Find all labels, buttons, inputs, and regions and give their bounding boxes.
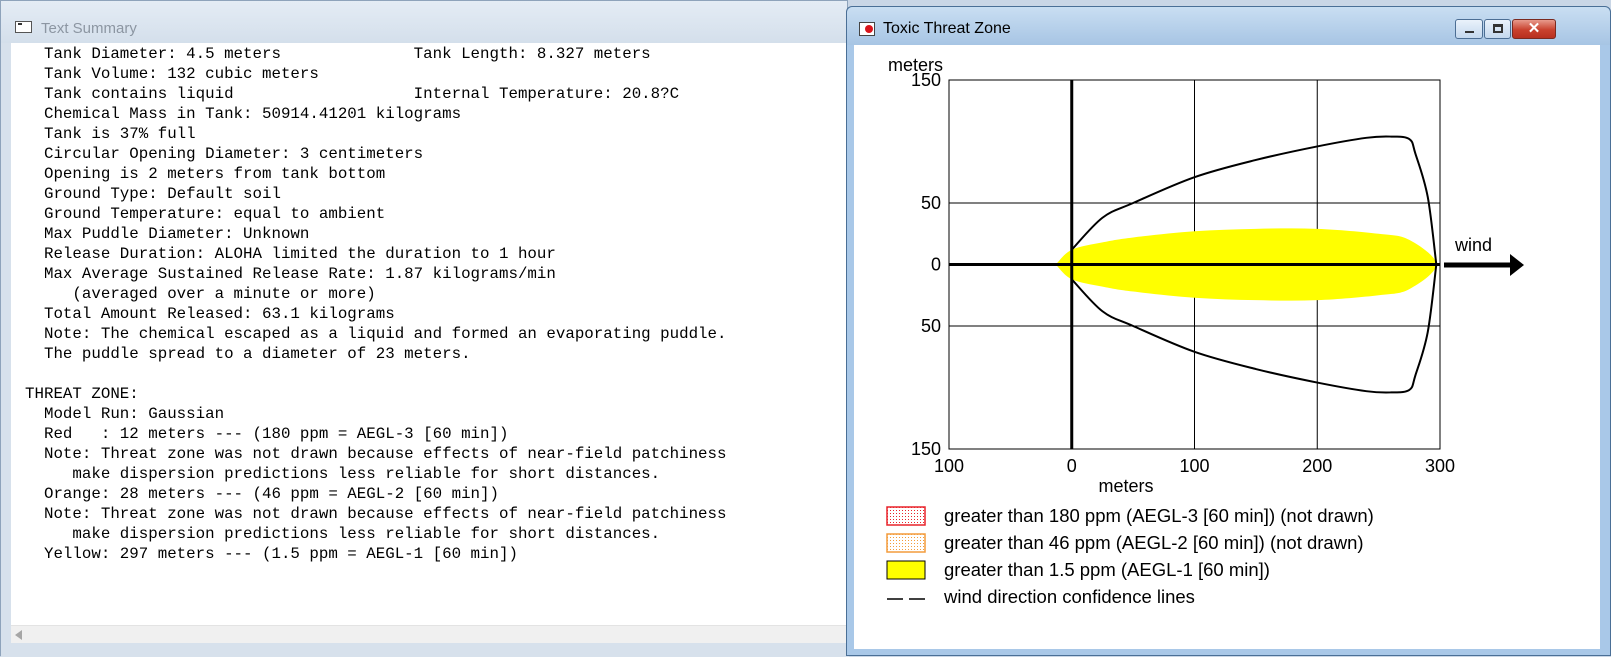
summary-line: The puddle spread to a diameter of 23 me… (25, 345, 471, 363)
x-tick-label: 100 (934, 456, 964, 476)
summary-line: Total Amount Released: 63.1 kilograms (25, 305, 395, 323)
y-tick-label: 150 (911, 70, 941, 90)
threat-zone-titlebar[interactable]: Toxic Threat Zone ✕ (847, 7, 1610, 45)
summary-line: (averaged over a minute or more) (25, 285, 376, 303)
scroll-left-arrow-icon[interactable] (15, 630, 22, 640)
legend-label: greater than 46 ppm (AEGL-2 [60 min]) (n… (944, 532, 1364, 553)
x-tick-label: 100 (1179, 456, 1209, 476)
minimize-icon (1465, 31, 1474, 33)
summary-line: Note: The chemical escaped as a liquid a… (25, 325, 727, 343)
summary-line (25, 364, 727, 384)
legend-swatch (886, 560, 926, 580)
horizontal-scrollbar[interactable] (11, 625, 849, 644)
summary-line: Release Duration: ALOHA limited the dura… (25, 245, 556, 263)
legend-swatch (886, 533, 926, 553)
text-summary-titlebar[interactable]: Text Summary (1, 1, 847, 43)
window-frame-bottom (1, 643, 849, 657)
summary-line: Red : 12 meters --- (180 ppm = AEGL-3 [6… (25, 425, 509, 443)
summary-line: Ground Temperature: equal to ambient (25, 205, 386, 223)
summary-line: Tank is 37% full (25, 125, 196, 143)
text-summary-content[interactable]: Tank Diameter: 4.5 meters Tank Length: 8… (11, 43, 849, 625)
legend-label: wind direction confidence lines (943, 586, 1195, 607)
text-summary-title: Text Summary (41, 20, 137, 37)
summary-line: Yellow: 297 meters --- (1.5 ppm = AEGL-1… (25, 545, 518, 563)
close-button[interactable]: ✕ (1512, 19, 1556, 39)
wind-arrow-head (1510, 254, 1524, 276)
chart-legend: greater than 180 ppm (AEGL-3 [60 min]) (… (886, 505, 1374, 607)
window-app-icon (15, 21, 32, 33)
summary-line: Circular Opening Diameter: 3 centimeters (25, 145, 424, 163)
summary-line: Note: Threat zone was not drawn because … (25, 445, 727, 463)
wind-arrow-icon: wind (1444, 235, 1524, 276)
y-tick-label: 0 (931, 255, 941, 275)
summary-line: Tank Volume: 132 cubic meters (25, 65, 319, 83)
summary-line: Model Run: Gaussian (25, 405, 225, 423)
y-tick-label: 50 (921, 316, 941, 336)
text-summary-window: Text Summary Tank Diameter: 4.5 meters T… (0, 0, 849, 657)
toxic-threat-zone-window: Toxic Threat Zone ✕ meters 150 50 0 50 150 10… (846, 6, 1611, 656)
x-tick-label: 300 (1425, 456, 1455, 476)
summary-text-body: Tank Diameter: 4.5 meters Tank Length: 8… (25, 44, 727, 564)
legend-swatch (886, 506, 926, 526)
summary-line: Ground Type: Default soil (25, 185, 281, 203)
summary-line: Chemical Mass in Tank: 50914.41201 kilog… (25, 105, 462, 123)
summary-line: make dispersion predictions less reliabl… (25, 525, 661, 543)
summary-line: make dispersion predictions less reliabl… (25, 465, 661, 483)
y-tick-label: 50 (921, 193, 941, 213)
wind-label: wind (1454, 235, 1492, 255)
summary-line: Max Puddle Diameter: Unknown (25, 225, 310, 243)
summary-line: Note: Threat zone was not drawn because … (25, 505, 727, 523)
threat-zone-app-icon (859, 22, 875, 36)
maximize-button[interactable] (1484, 19, 1511, 39)
minimize-button[interactable] (1455, 19, 1483, 39)
summary-line: THREAT ZONE: (25, 385, 139, 403)
legend-label: greater than 1.5 ppm (AEGL-1 [60 min]) (944, 559, 1270, 580)
x-tick-label: 200 (1302, 456, 1332, 476)
close-icon: ✕ (1527, 20, 1541, 37)
summary-line: Max Average Sustained Release Rate: 1.87… (25, 265, 556, 283)
summary-line: Tank contains liquid Internal Temperatur… (25, 85, 680, 103)
summary-line: Tank Diameter: 4.5 meters Tank Length: 8… (25, 45, 651, 63)
x-tick-label: 0 (1067, 456, 1077, 476)
x-axis-label: meters (1098, 476, 1153, 496)
legend-label: greater than 180 ppm (AEGL-3 [60 min]) (… (944, 505, 1374, 526)
summary-line: Opening is 2 meters from tank bottom (25, 165, 386, 183)
threat-zone-plot-area: meters 150 50 0 50 150 100 0 100 200 300 meters w… (854, 45, 1600, 649)
threat-zone-chart: meters 15050050150100 0 100 200 300 meters w… (886, 55, 1524, 607)
threat-zone-title: Toxic Threat Zone (883, 20, 1011, 37)
summary-line: Orange: 28 meters --- (46 ppm = AEGL-2 [… (25, 485, 499, 503)
maximize-icon (1493, 24, 1503, 33)
